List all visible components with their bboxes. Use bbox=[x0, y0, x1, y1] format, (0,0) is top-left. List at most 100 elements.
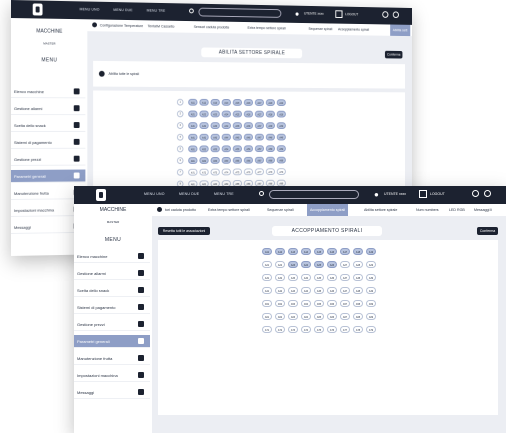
spiral-cell[interactable]: A29 bbox=[366, 261, 376, 268]
spiral-cell[interactable]: A76 bbox=[243, 168, 254, 176]
sidebar-item[interactable]: Gestione allarmi bbox=[74, 267, 150, 280]
spiral-cell[interactable]: A33 bbox=[210, 122, 220, 129]
tab-scroll-left-icon[interactable] bbox=[92, 22, 97, 28]
spiral-cell[interactable]: A47 bbox=[254, 133, 265, 141]
spiral-cell[interactable]: A26 bbox=[327, 261, 337, 268]
spiral-cell[interactable]: A13 bbox=[210, 98, 220, 106]
spiral-cell[interactable]: A33 bbox=[288, 274, 298, 281]
tab[interactable]: Configurazione Temperature bbox=[100, 20, 143, 32]
spiral-cell[interactable]: A41 bbox=[262, 287, 272, 294]
spiral-cell[interactable]: A61 bbox=[188, 157, 198, 164]
nav-link-2[interactable]: MENU DUE bbox=[179, 192, 199, 196]
spiral-cell[interactable]: A63 bbox=[210, 157, 220, 164]
spiral-cell[interactable]: A32 bbox=[199, 122, 209, 129]
sidebar-item[interactable]: Parametri generali bbox=[11, 169, 86, 183]
spiral-cell[interactable]: A79 bbox=[276, 168, 286, 175]
spiral-cell[interactable]: A59 bbox=[366, 300, 376, 307]
spiral-cell[interactable]: A46 bbox=[327, 287, 337, 294]
spiral-cell[interactable]: A16 bbox=[243, 99, 254, 106]
row-toggle-button[interactable]: 3 bbox=[176, 122, 184, 129]
spiral-cell[interactable]: A78 bbox=[353, 326, 363, 333]
spiral-cell[interactable]: A69 bbox=[366, 313, 376, 320]
spiral-cell[interactable]: A39 bbox=[276, 122, 286, 129]
spiral-cell[interactable]: A77 bbox=[340, 326, 350, 333]
spiral-cell[interactable]: A22 bbox=[275, 261, 285, 268]
tab[interactable]: Tentativi Cassetto bbox=[148, 20, 175, 32]
spiral-cell[interactable]: A52 bbox=[199, 145, 209, 153]
spiral-cell[interactable]: A67 bbox=[254, 156, 265, 164]
spiral-cell[interactable]: A65 bbox=[314, 313, 324, 320]
spiral-cell[interactable]: A16 bbox=[327, 248, 337, 255]
spiral-cell[interactable]: A56 bbox=[327, 300, 337, 307]
tab[interactable]: Abilita sett bbox=[390, 24, 410, 37]
spiral-cell[interactable]: A47 bbox=[340, 287, 350, 294]
spiral-cell[interactable]: A34 bbox=[301, 274, 311, 281]
spiral-cell[interactable]: A64 bbox=[221, 156, 231, 164]
spiral-cell[interactable]: A53 bbox=[210, 145, 220, 153]
tab[interactable]: Abilita settore spirale bbox=[364, 204, 397, 216]
spiral-cell[interactable]: A63 bbox=[288, 313, 298, 320]
spiral-cell[interactable]: A12 bbox=[199, 98, 209, 106]
spiral-cell[interactable]: A62 bbox=[199, 157, 209, 164]
spiral-cell[interactable]: A51 bbox=[188, 145, 198, 153]
spiral-cell[interactable]: A78 bbox=[265, 168, 275, 176]
spiral-cell[interactable]: A18 bbox=[353, 248, 363, 255]
nav-link-1[interactable]: MENU UNO bbox=[80, 7, 100, 11]
spiral-cell[interactable]: A76 bbox=[327, 326, 337, 333]
spiral-cell[interactable]: A57 bbox=[340, 300, 350, 307]
spiral-cell[interactable]: A38 bbox=[265, 122, 275, 129]
location-icon[interactable] bbox=[484, 190, 491, 197]
sidebar-item[interactable]: Messaggi bbox=[74, 386, 150, 399]
user-label[interactable]: UTENTE xxxx bbox=[304, 12, 324, 16]
user-label[interactable]: UTENTE xxxx bbox=[384, 192, 406, 196]
spiral-cell[interactable]: A57 bbox=[254, 145, 265, 153]
spiral-cell[interactable]: A55 bbox=[314, 300, 324, 307]
confirm-button[interactable]: Conferma bbox=[384, 50, 403, 59]
logout-label[interactable]: LOGOUT bbox=[430, 192, 445, 196]
row-toggle-button[interactable]: 1 bbox=[176, 98, 184, 106]
spiral-cell[interactable]: A59 bbox=[276, 145, 286, 152]
spiral-cell[interactable]: A31 bbox=[188, 122, 198, 129]
spiral-cell[interactable]: A35 bbox=[314, 274, 324, 281]
nav-link-1[interactable]: MENU UNO bbox=[144, 192, 165, 196]
spiral-cell[interactable]: A49 bbox=[276, 133, 286, 141]
row-toggle-button[interactable]: 7 bbox=[176, 168, 184, 176]
row-toggle-button[interactable]: 6 bbox=[176, 157, 184, 165]
logout-icon[interactable] bbox=[335, 10, 343, 19]
spiral-cell[interactable]: A28 bbox=[353, 261, 363, 268]
spiral-cell[interactable]: A54 bbox=[301, 300, 311, 307]
tab[interactable]: Sensori caduta prodotto bbox=[194, 21, 229, 33]
spiral-cell[interactable]: A34 bbox=[221, 122, 231, 129]
spiral-cell[interactable]: A22 bbox=[199, 110, 209, 118]
spiral-cell[interactable]: A71 bbox=[262, 326, 272, 333]
logout-label[interactable]: LOGOUT bbox=[345, 12, 358, 16]
sidebar-item[interactable]: Scelta dello snack bbox=[11, 119, 86, 132]
spiral-cell[interactable]: A23 bbox=[288, 261, 298, 268]
row-toggle-button[interactable]: 5 bbox=[176, 145, 184, 153]
spiral-cell[interactable]: A52 bbox=[275, 300, 285, 307]
tab[interactable]: Extra tempo settore spirali bbox=[248, 22, 286, 34]
spiral-cell[interactable]: A75 bbox=[314, 326, 324, 333]
spiral-cell[interactable]: A24 bbox=[221, 110, 231, 118]
spiral-cell[interactable]: A43 bbox=[210, 133, 220, 141]
spiral-cell[interactable]: A31 bbox=[262, 274, 272, 281]
spiral-cell[interactable]: A24 bbox=[301, 261, 311, 268]
spiral-cell[interactable]: A58 bbox=[265, 145, 275, 153]
sidebar-item[interactable]: Manutenzione frutta bbox=[74, 352, 150, 365]
spiral-cell[interactable]: A74 bbox=[301, 326, 311, 333]
spiral-cell[interactable]: A62 bbox=[275, 313, 285, 320]
spiral-cell[interactable]: A64 bbox=[301, 313, 311, 320]
spiral-cell[interactable]: A75 bbox=[232, 168, 243, 176]
spiral-cell[interactable]: A51 bbox=[262, 300, 272, 307]
spiral-cell[interactable]: A55 bbox=[232, 145, 243, 153]
location-icon[interactable] bbox=[392, 11, 399, 19]
tab[interactable]: Sequenze spirali bbox=[308, 23, 332, 35]
info-icon[interactable] bbox=[472, 190, 479, 197]
spiral-cell[interactable]: A28 bbox=[265, 110, 275, 118]
spiral-cell[interactable]: A65 bbox=[232, 156, 243, 164]
spiral-cell[interactable]: A21 bbox=[188, 110, 198, 118]
sidebar-item[interactable]: Parametri generali bbox=[74, 335, 150, 348]
tab[interactable]: Sequenze spirali bbox=[267, 204, 294, 216]
tab[interactable]: tori caduta prodotto bbox=[165, 204, 196, 216]
search-input[interactable] bbox=[198, 7, 282, 18]
